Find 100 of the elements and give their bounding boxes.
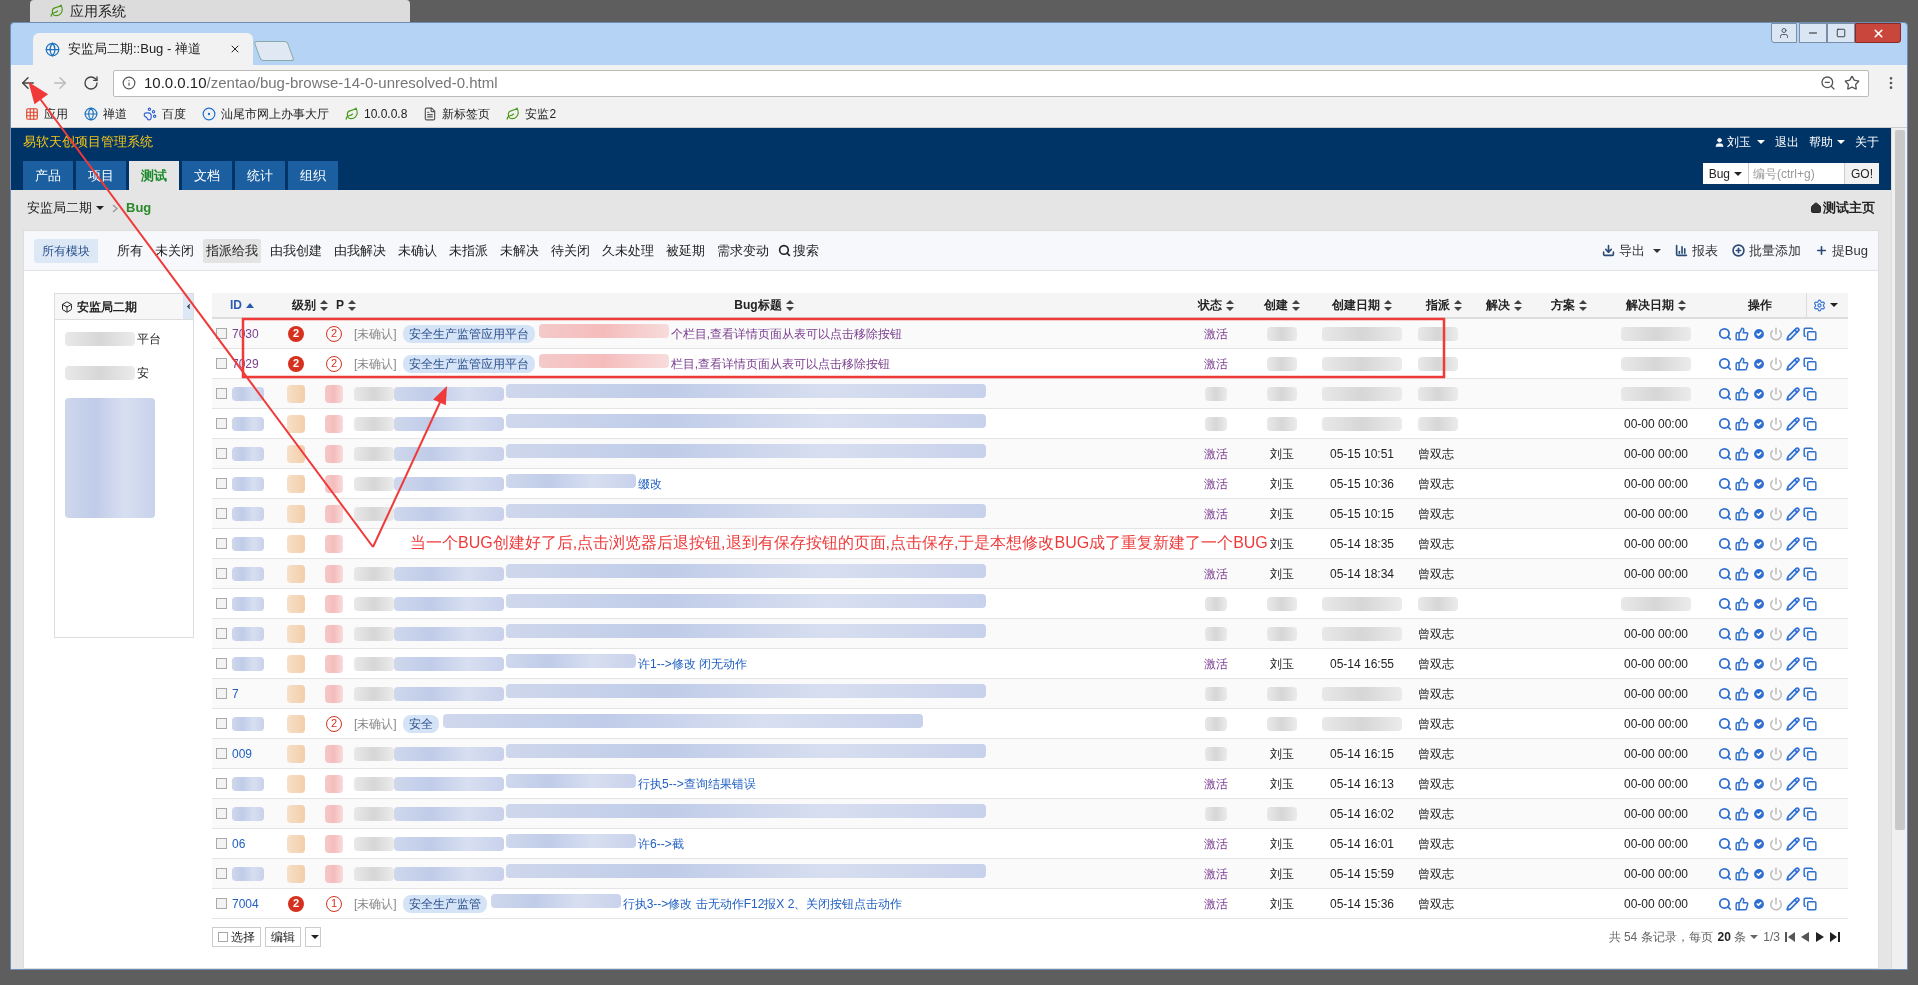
column-header[interactable]: ID (230, 296, 254, 314)
toolbar-action[interactable]: 提Bug (1814, 240, 1868, 261)
go-button[interactable]: GO! (1844, 163, 1879, 184)
check-circle-icon[interactable] (1752, 326, 1766, 341)
copy-icon[interactable] (1803, 356, 1817, 371)
copy-icon[interactable] (1803, 386, 1817, 401)
copy-icon[interactable] (1803, 626, 1817, 641)
pencil-icon[interactable] (1786, 656, 1800, 671)
search-icon[interactable] (1718, 686, 1732, 701)
row-checkbox[interactable] (216, 598, 227, 609)
bug-title-link[interactable]: 许1-->修改 闭无动作 (638, 654, 747, 673)
search-icon[interactable] (1718, 536, 1732, 551)
nav-tab[interactable]: 测试 (129, 161, 179, 190)
copy-icon[interactable] (1803, 476, 1817, 491)
thumbs-up-icon[interactable] (1735, 446, 1749, 461)
pencil-icon[interactable] (1786, 776, 1800, 791)
copy-icon[interactable] (1803, 596, 1817, 611)
thumbs-up-icon[interactable] (1735, 326, 1749, 341)
column-header[interactable]: 指派 (1426, 296, 1462, 314)
bookmark-item[interactable]: 百度 (143, 105, 186, 123)
bookmark-item[interactable]: 安监2 (506, 105, 557, 123)
thumbs-up-icon[interactable] (1735, 806, 1749, 821)
row-checkbox[interactable] (216, 748, 227, 759)
previous-page-icon[interactable] (1800, 932, 1810, 942)
filter-tab[interactable]: 所有 (114, 238, 146, 263)
filter-tab[interactable]: 待关闭 (548, 238, 593, 263)
check-circle-icon[interactable] (1752, 716, 1766, 731)
thumbs-up-icon[interactable] (1735, 746, 1749, 761)
filter-tab[interactable]: 需求变动 (714, 238, 772, 263)
edit-button[interactable]: 编辑 (265, 927, 301, 947)
nav-tab[interactable]: 组织 (288, 161, 338, 190)
filter-tab[interactable]: 由我创建 (267, 238, 325, 263)
select-all-button[interactable]: 选择 (212, 927, 261, 947)
check-circle-icon[interactable] (1752, 386, 1766, 401)
browser-tab[interactable]: 安监局二期::Bug - 禅道 (33, 33, 253, 65)
check-circle-icon[interactable] (1752, 446, 1766, 461)
search-icon[interactable] (1718, 326, 1732, 341)
first-page-icon[interactable] (1785, 932, 1795, 942)
pencil-icon[interactable] (1786, 896, 1800, 911)
minimize-button[interactable] (1799, 23, 1827, 43)
check-circle-icon[interactable] (1752, 806, 1766, 821)
bookmark-item[interactable]: 禅道 (84, 105, 127, 123)
pencil-icon[interactable] (1786, 416, 1800, 431)
thumbs-up-icon[interactable] (1735, 476, 1749, 491)
pencil-icon[interactable] (1786, 866, 1800, 881)
copy-icon[interactable] (1803, 446, 1817, 461)
pencil-icon[interactable] (1786, 446, 1800, 461)
pencil-icon[interactable] (1786, 476, 1800, 491)
check-circle-icon[interactable] (1752, 686, 1766, 701)
check-circle-icon[interactable] (1752, 776, 1766, 791)
copy-icon[interactable] (1803, 416, 1817, 431)
profile-button[interactable] (1771, 23, 1797, 43)
bug-id-link[interactable]: 7 (232, 684, 239, 703)
check-circle-icon[interactable] (1752, 596, 1766, 611)
column-header[interactable]: Bug标题 (734, 296, 794, 314)
search-icon[interactable] (1718, 446, 1732, 461)
toolbar-action[interactable]: 导出 (1601, 240, 1661, 261)
row-checkbox[interactable] (216, 508, 227, 519)
pencil-icon[interactable] (1786, 566, 1800, 581)
close-button[interactable] (1855, 23, 1901, 43)
toolbar-action[interactable]: 报表 (1674, 240, 1718, 261)
pencil-icon[interactable] (1786, 686, 1800, 701)
bug-title-link[interactable]: 行执3-->修改 击无动作F12报X 2、关闭按钮点击动作 (622, 894, 903, 913)
row-checkbox[interactable] (216, 568, 227, 579)
thumbs-up-icon[interactable] (1735, 506, 1749, 521)
row-checkbox[interactable] (216, 538, 227, 549)
thumbs-up-icon[interactable] (1735, 836, 1749, 851)
search-icon[interactable] (1718, 506, 1732, 521)
filter-tab[interactable]: 被延期 (663, 238, 708, 263)
zoom-out-icon[interactable] (1820, 75, 1836, 91)
tree-item[interactable]: 平台 (137, 330, 161, 348)
column-header[interactable]: 状态 (1198, 296, 1234, 314)
check-circle-icon[interactable] (1752, 356, 1766, 371)
bug-title-link[interactable]: 许6-->截 (638, 834, 684, 853)
header-link[interactable]: 帮助 (1809, 133, 1845, 151)
column-header[interactable]: 方案 (1551, 296, 1587, 314)
reload-button[interactable] (83, 75, 99, 91)
copy-icon[interactable] (1803, 536, 1817, 551)
row-checkbox[interactable] (216, 628, 227, 639)
copy-icon[interactable] (1803, 866, 1817, 881)
filter-tab[interactable]: 由我解决 (331, 238, 389, 263)
project-dropdown[interactable]: 安监局二期 (27, 198, 104, 218)
search-icon[interactable] (1718, 656, 1732, 671)
check-circle-icon[interactable] (1752, 626, 1766, 641)
thumbs-up-icon[interactable] (1735, 686, 1749, 701)
pencil-icon[interactable] (1786, 716, 1800, 731)
bookmark-item[interactable]: 10.0.0.8 (345, 105, 408, 123)
bug-id-link[interactable]: 009 (232, 744, 253, 763)
check-circle-icon[interactable] (1752, 506, 1766, 521)
row-checkbox[interactable] (216, 688, 227, 699)
pencil-icon[interactable] (1786, 626, 1800, 641)
test-home-link[interactable]: 测试主页 (1810, 198, 1875, 218)
search-toggle[interactable]: 搜索 (778, 240, 819, 261)
row-checkbox[interactable] (216, 658, 227, 669)
close-icon[interactable] (229, 43, 241, 55)
search-icon[interactable] (1718, 776, 1732, 791)
thumbs-up-icon[interactable] (1735, 716, 1749, 731)
pencil-icon[interactable] (1786, 746, 1800, 761)
copy-icon[interactable] (1803, 326, 1817, 341)
column-header[interactable]: 解决日期 (1626, 296, 1686, 314)
